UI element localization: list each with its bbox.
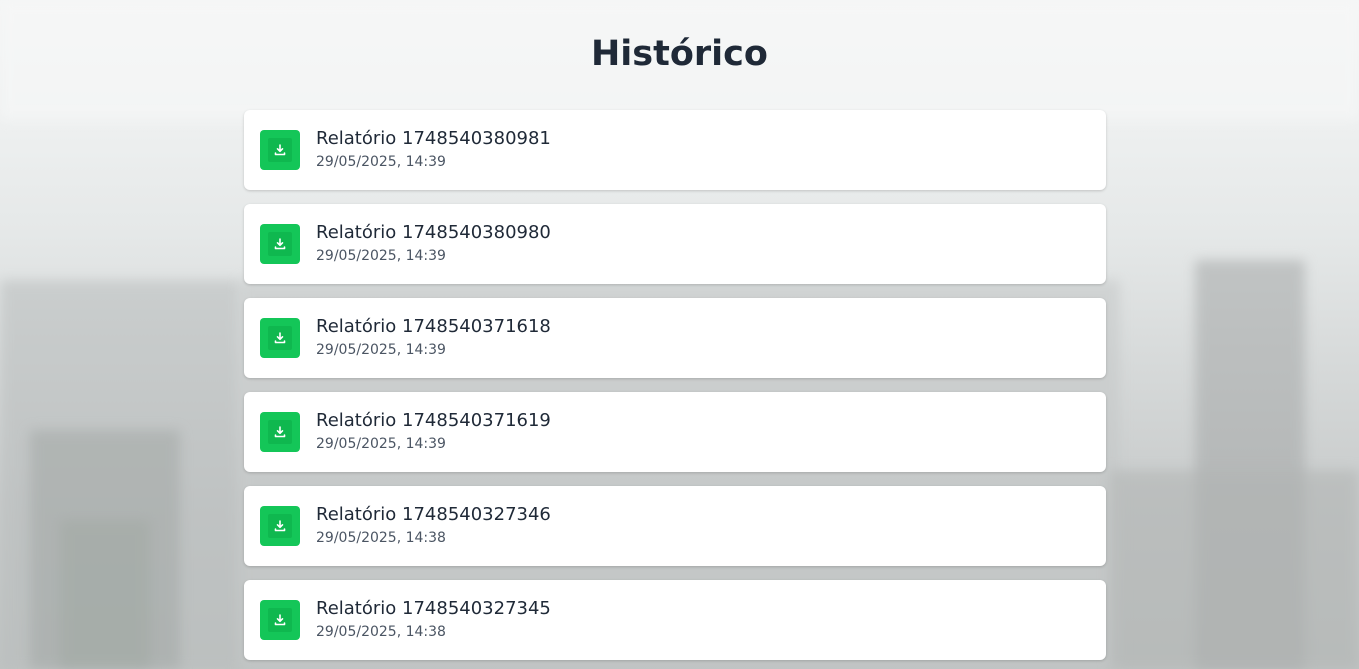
report-date: 29/05/2025, 14:38 [316, 624, 446, 640]
download-button[interactable] [260, 600, 300, 640]
report-name: Relatório 1748540327346 [316, 504, 551, 525]
report-card[interactable]: Relatório 1748540371619 29/05/2025, 14:3… [244, 392, 1106, 472]
download-button[interactable] [260, 224, 300, 264]
report-list: Relatório 1748540380981 29/05/2025, 14:3… [244, 110, 1106, 669]
download-icon [268, 138, 292, 162]
report-card[interactable]: Relatório 1748540371618 29/05/2025, 14:3… [244, 298, 1106, 378]
download-button[interactable] [260, 318, 300, 358]
download-icon [268, 514, 292, 538]
report-card[interactable]: Relatório 1748540327345 29/05/2025, 14:3… [244, 580, 1106, 660]
download-button[interactable] [260, 506, 300, 546]
report-date: 29/05/2025, 14:39 [316, 342, 446, 358]
report-name: Relatório 1748540380981 [316, 128, 551, 149]
report-name: Relatório 1748540380980 [316, 222, 551, 243]
download-icon [268, 326, 292, 350]
history-page: Histórico Relatório 1748540380981 29/05/… [0, 0, 1359, 669]
page-title: Histórico [591, 34, 768, 74]
download-icon [268, 608, 292, 632]
report-date: 29/05/2025, 14:38 [316, 530, 446, 546]
report-name: Relatório 1748540327345 [316, 598, 551, 619]
report-date: 29/05/2025, 14:39 [316, 436, 446, 452]
report-date: 29/05/2025, 14:39 [316, 248, 446, 264]
report-date: 29/05/2025, 14:39 [316, 154, 446, 170]
report-card[interactable]: Relatório 1748540327346 29/05/2025, 14:3… [244, 486, 1106, 566]
download-icon [268, 420, 292, 444]
download-button[interactable] [260, 412, 300, 452]
download-button[interactable] [260, 130, 300, 170]
report-card[interactable]: Relatório 1748540380981 29/05/2025, 14:3… [244, 110, 1106, 190]
report-name: Relatório 1748540371618 [316, 316, 551, 337]
report-name: Relatório 1748540371619 [316, 410, 551, 431]
download-icon [268, 232, 292, 256]
report-card[interactable]: Relatório 1748540380980 29/05/2025, 14:3… [244, 204, 1106, 284]
